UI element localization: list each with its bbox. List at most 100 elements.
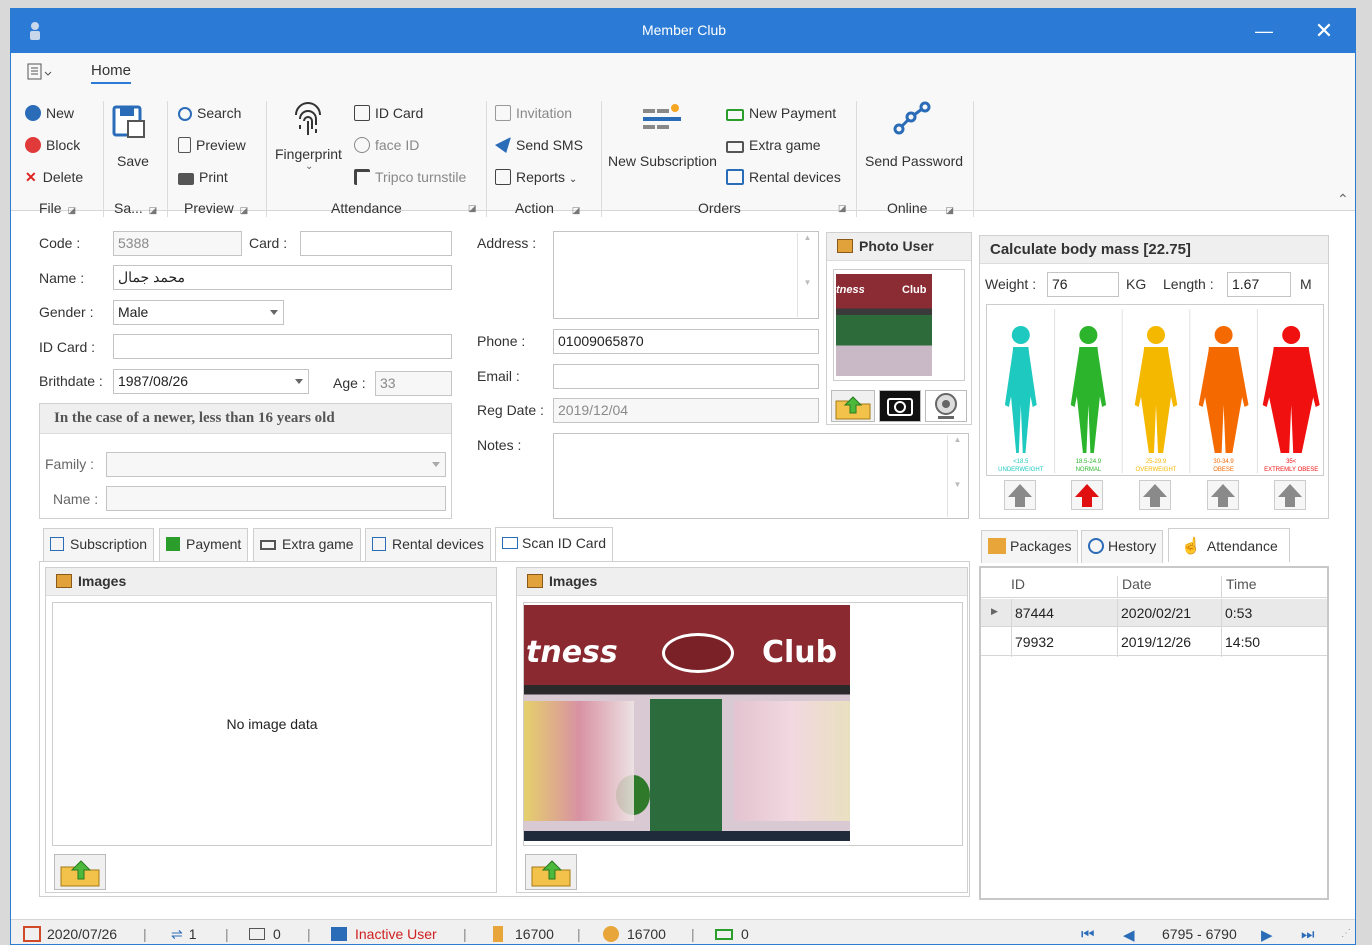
tab-home[interactable]: Home [91,62,132,84]
bmi-figure-extremly-obese: 35< EXTREMLY OBESE [1256,309,1320,473]
send-icon [495,137,511,153]
launcher-icon[interactable]: ◪ [240,205,249,215]
preview-button[interactable]: Preview [178,137,246,153]
idcard-label: ID Card : [39,339,96,355]
launcher-icon[interactable]: ◪ [838,203,847,214]
save-button[interactable]: Save [117,153,149,169]
gender-select[interactable]: Male [113,300,284,325]
scrollbar[interactable]: ▲ ▼ [947,435,967,517]
grid-icon [331,927,347,941]
fingerprint-button[interactable]: Fingerprint [275,146,342,162]
status-count1: ⇌ 1 [171,926,197,943]
column-header-time[interactable]: Time [1221,576,1321,598]
address-field[interactable] [553,231,819,319]
tab-history[interactable]: Hestory [1081,530,1164,563]
next-record-button[interactable]: ▶ [1261,926,1273,944]
first-record-button[interactable]: ⏮ [1081,926,1095,943]
new-subscription-button[interactable]: New Subscription [608,153,717,169]
extra-game-button[interactable]: Extra game [726,137,821,153]
status-user-state-value: Inactive User [355,926,437,942]
webcam-button[interactable] [925,390,967,422]
hand-pointer-icon: ☝ [1181,538,1201,555]
tab-extra-game[interactable]: Extra game [253,528,361,561]
column-header-date[interactable]: Date [1117,576,1219,598]
minor-name-field[interactable] [106,486,446,511]
send-sms-button[interactable]: Send SMS [495,137,583,153]
status-bar: 2020/07/26 | ⇌ 1 | 0 | Inactive User | 16… [11,919,1355,944]
column-header-id[interactable]: ID [1011,576,1115,598]
table-row[interactable]: 79932 2019/12/26 14:50 [981,628,1327,656]
email-field[interactable] [553,364,819,389]
delete-button[interactable]: ✕ Delete [25,169,83,186]
title-bar: Member Club — ✕ [11,9,1355,53]
fingerprint-dropdown-icon[interactable]: ⌄ [305,161,313,172]
status-amount2-value: 16700 [627,926,666,942]
table-row[interactable]: ▶ 87444 2020/02/21 0:53 [981,599,1327,627]
images-header-right: Images [517,568,967,596]
last-record-button[interactable]: ⏭ [1301,926,1315,943]
new-payment-button[interactable]: New Payment [726,105,836,121]
upload-image-right-button[interactable] [525,854,577,890]
invitation-icon [249,928,265,940]
upload-image-left-button[interactable] [54,854,106,890]
take-photo-button[interactable] [879,390,921,422]
tab-attendance[interactable]: ☝ Attendance [1168,528,1290,562]
age-label: Age : [333,375,366,391]
tab-payment[interactable]: Payment [159,528,249,561]
name-field[interactable]: محمد جمال [113,265,452,290]
tripco-turnstile-button[interactable]: Tripco turnstile [354,169,466,185]
bmi-title: Calculate body mass [22.75] [980,236,1328,264]
add-user-icon [25,105,41,121]
tab-subscription-label: Subscription [70,536,148,552]
weight-field[interactable]: 76 [1047,272,1119,297]
minimize-button[interactable]: — [1249,17,1279,45]
upload-photo-button[interactable] [831,390,875,422]
id-card-button[interactable]: ID Card [354,105,423,121]
length-field[interactable]: 1.67 [1227,272,1291,297]
phone-field[interactable]: 01009065870 [553,329,819,354]
collapse-ribbon-icon[interactable]: ⌃ [1337,191,1349,208]
print-button[interactable]: Print [178,169,228,185]
tab-scan-id-card[interactable]: Scan ID Card [495,527,614,561]
search-button[interactable]: Search [178,105,241,121]
send-password-button[interactable]: Send Password [865,153,963,169]
new-button[interactable]: New [25,105,74,121]
tab-packages[interactable]: Packages [981,530,1079,563]
status-count3: 0 [715,926,749,942]
bmi-arrow-icon [1003,480,1036,510]
face-id-button[interactable]: face ID [354,137,419,153]
resize-grip-icon[interactable]: ⋰ [1341,928,1351,939]
rental-devices-button[interactable]: Rental devices [726,169,841,185]
invitation-button[interactable]: Invitation [495,105,572,121]
reports-button[interactable]: Reports ⌄ [495,169,577,185]
keyboard-icon [260,540,276,550]
launcher-icon[interactable]: ◪ [68,205,77,215]
cell-date: 2020/02/21 [1121,605,1192,621]
launcher-icon[interactable]: ◪ [572,205,581,215]
card-field[interactable] [300,231,452,256]
image-icon [56,574,72,588]
tab-rental-devices[interactable]: Rental devices [365,528,491,561]
idcard-field[interactable] [113,334,452,359]
launcher-icon[interactable]: ◪ [149,205,158,215]
quick-access-menu-icon[interactable] [27,63,55,83]
family-select[interactable] [106,452,446,477]
scrollbar[interactable]: ▲ ▼ [797,233,817,317]
tab-subscription[interactable]: Subscription [43,528,155,561]
image-frame-left: No image data [52,602,492,846]
launcher-icon[interactable]: ◪ [945,205,954,215]
birthdate-picker[interactable]: 1987/08/26 [113,369,309,394]
chevron-down-icon: ⌄ [568,174,578,185]
close-button[interactable]: ✕ [1309,17,1339,45]
previous-record-button[interactable]: ◀ [1123,926,1135,944]
name-label: Name : [39,270,85,286]
status-date: 2020/07/26 [23,926,117,942]
block-button[interactable]: Block [25,137,80,153]
ribbon: Home New Block ✕ Delete File ◪ Save Sa... ◪… [11,53,1355,217]
subscription-icon [50,537,64,551]
notes-field[interactable] [553,433,969,519]
launcher-icon[interactable]: ◪ [468,203,477,214]
thumb-sign-right: Club [902,284,927,296]
extra-game-label: Extra game [749,137,821,153]
tab-rental-devices-label: Rental devices [392,536,484,552]
